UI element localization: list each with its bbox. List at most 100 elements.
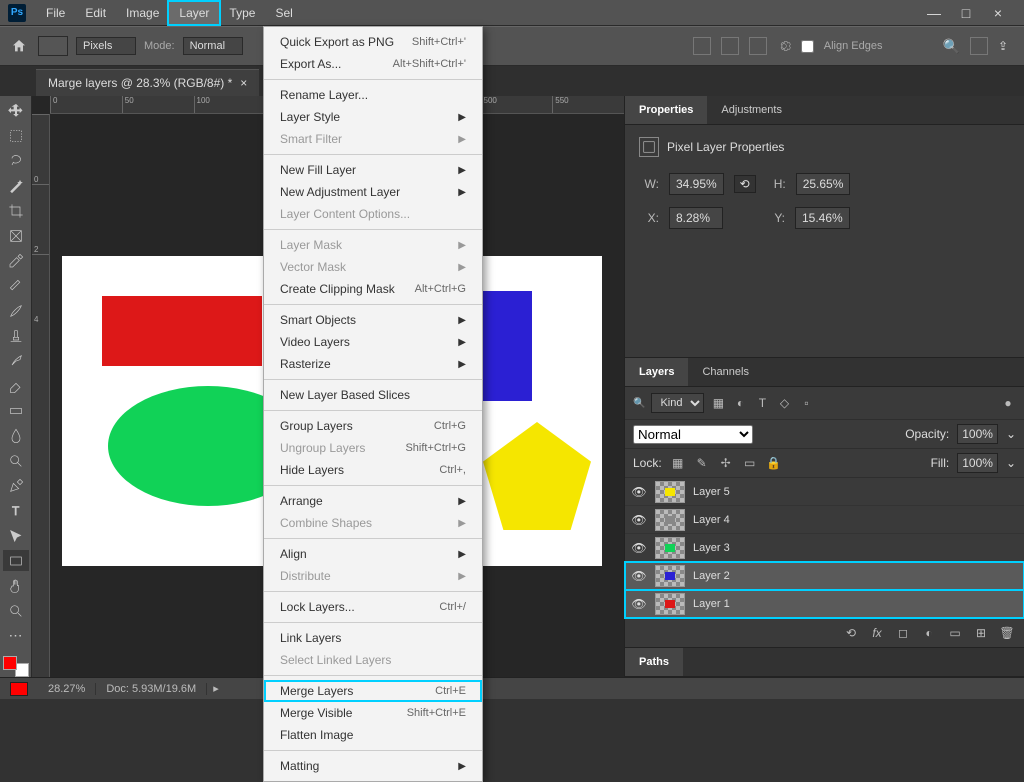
home-icon[interactable] [8, 35, 30, 57]
layer-row-layer-3[interactable]: 👁Layer 3 [625, 534, 1024, 562]
tab-properties[interactable]: Properties [625, 96, 707, 124]
path-select-tool[interactable] [3, 525, 29, 546]
marquee-tool[interactable] [3, 125, 29, 146]
maximize-button[interactable]: □ [954, 5, 978, 21]
menu-item-new-layer-based-slices[interactable]: New Layer Based Slices [264, 384, 482, 406]
layer-row-layer-4[interactable]: 👁Layer 4 [625, 506, 1024, 534]
filter-pixel-icon[interactable]: ▦ [710, 396, 726, 410]
visibility-icon[interactable]: 👁 [631, 541, 647, 555]
menu-item-link-layers[interactable]: Link Layers [264, 627, 482, 649]
visibility-icon[interactable]: 👁 [631, 569, 647, 583]
heal-tool[interactable] [3, 275, 29, 296]
menu-edit[interactable]: Edit [75, 2, 116, 24]
more-tools[interactable]: ⋯ [3, 625, 29, 646]
link-wh-icon[interactable]: ⟲ [734, 175, 756, 193]
menu-item-smart-objects[interactable]: Smart Objects▶ [264, 309, 482, 331]
menu-item-merge-visible[interactable]: Merge VisibleShift+Ctrl+E [264, 702, 482, 724]
zoom-tool[interactable] [3, 600, 29, 621]
blend-mode-dropdown[interactable]: Normal [183, 37, 243, 55]
lock-all-icon[interactable]: 🔒 [766, 456, 782, 470]
visibility-icon[interactable]: 👁 [631, 597, 647, 611]
group-icon[interactable]: ▭ [946, 625, 964, 641]
filter-adjust-icon[interactable]: ◐ [732, 396, 748, 410]
more-options-icon[interactable] [749, 37, 767, 55]
menu-item-matting[interactable]: Matting▶ [264, 755, 482, 777]
opacity-arrow-icon[interactable]: ⌄ [1006, 427, 1016, 441]
blend-mode-select[interactable]: Normal [633, 425, 753, 444]
menu-file[interactable]: File [36, 2, 75, 24]
menu-type[interactable]: Type [219, 2, 265, 24]
foreground-color-swatch[interactable] [3, 656, 17, 670]
menu-item-new-fill-layer[interactable]: New Fill Layer▶ [264, 159, 482, 181]
filter-shape-icon[interactable]: ◇ [776, 396, 792, 410]
pen-tool[interactable] [3, 475, 29, 496]
menu-item-layer-style[interactable]: Layer Style▶ [264, 106, 482, 128]
units-dropdown[interactable]: Pixels [76, 37, 136, 55]
menu-item-lock-layers-[interactable]: Lock Layers...Ctrl+/ [264, 596, 482, 618]
layer-row-layer-1[interactable]: 👁Layer 1 [625, 590, 1024, 618]
status-color-swatch[interactable] [10, 682, 28, 696]
y-input[interactable]: 15.46% [795, 207, 850, 229]
lock-artboard-icon[interactable]: ▭ [742, 456, 758, 470]
menu-item-create-clipping-mask[interactable]: Create Clipping MaskAlt+Ctrl+G [264, 278, 482, 300]
status-arrow-icon[interactable]: ▸ [207, 682, 219, 695]
search-icon[interactable]: 🔍 [943, 38, 960, 55]
workspace-icon[interactable] [970, 37, 988, 55]
tab-layers[interactable]: Layers [625, 358, 688, 386]
delete-layer-icon[interactable]: 🗑 [998, 625, 1016, 641]
filter-type-icon[interactable]: T [754, 396, 770, 410]
menu-sel[interactable]: Sel [265, 2, 302, 24]
color-swatches[interactable] [3, 656, 29, 677]
link-layers-icon[interactable]: ⟲ [842, 625, 860, 641]
new-layer-icon[interactable]: ⊞ [972, 625, 990, 641]
tab-adjustments[interactable]: Adjustments [707, 96, 796, 124]
menu-item-rasterize[interactable]: Rasterize▶ [264, 353, 482, 375]
width-input[interactable]: 34.95% [669, 173, 724, 195]
menu-item-hide-layers[interactable]: Hide LayersCtrl+, [264, 459, 482, 481]
x-input[interactable]: 8.28% [669, 207, 723, 229]
gradient-tool[interactable] [3, 400, 29, 421]
layer-row-layer-5[interactable]: 👁Layer 5 [625, 478, 1024, 506]
crop-tool[interactable] [3, 200, 29, 221]
eraser-tool[interactable] [3, 375, 29, 396]
eyedropper-tool[interactable] [3, 250, 29, 271]
lasso-tool[interactable] [3, 150, 29, 171]
filter-toggle-icon[interactable]: ● [1000, 396, 1016, 410]
opacity-input[interactable]: 100% [957, 424, 998, 444]
layer-row-layer-2[interactable]: 👁Layer 2 [625, 562, 1024, 590]
filter-smart-icon[interactable]: ▫ [798, 396, 814, 410]
menu-item-group-layers[interactable]: Group LayersCtrl+G [264, 415, 482, 437]
gear-icon[interactable] [777, 39, 791, 53]
layer-filter-kind[interactable]: Kind [651, 393, 704, 413]
height-input[interactable]: 25.65% [796, 173, 851, 195]
blur-tool[interactable] [3, 425, 29, 446]
background-color-swatch[interactable] [15, 663, 29, 677]
menu-item-new-adjustment-layer[interactable]: New Adjustment Layer▶ [264, 181, 482, 203]
document-tab[interactable]: Marge layers @ 28.3% (RGB/8#) * × [36, 69, 259, 96]
menu-item-quick-export-as-png[interactable]: Quick Export as PNGShift+Ctrl+' [264, 31, 482, 53]
mask-icon[interactable]: ◻ [894, 625, 912, 641]
share-icon[interactable]: ⇪ [998, 39, 1008, 53]
frame-tool[interactable] [3, 225, 29, 246]
menu-item-arrange[interactable]: Arrange▶ [264, 490, 482, 512]
tab-channels[interactable]: Channels [688, 358, 762, 386]
visibility-icon[interactable]: 👁 [631, 485, 647, 499]
visibility-icon[interactable]: 👁 [631, 513, 647, 527]
lock-trans-icon[interactable]: ▦ [670, 456, 686, 470]
menu-item-flatten-image[interactable]: Flatten Image [264, 724, 482, 746]
dodge-tool[interactable] [3, 450, 29, 471]
rectangle-tool[interactable] [3, 550, 29, 571]
menu-item-export-as-[interactable]: Export As...Alt+Shift+Ctrl+' [264, 53, 482, 75]
menu-item-video-layers[interactable]: Video Layers▶ [264, 331, 482, 353]
align-icon[interactable] [693, 37, 711, 55]
fill-input[interactable]: 100% [957, 453, 998, 473]
move-tool[interactable] [3, 100, 29, 121]
fx-icon[interactable]: fx [868, 625, 886, 641]
lock-pos-icon[interactable]: ✢ [718, 456, 734, 470]
menu-item-align[interactable]: Align▶ [264, 543, 482, 565]
menu-image[interactable]: Image [116, 2, 169, 24]
distribute-icon[interactable] [721, 37, 739, 55]
align-edges-checkbox[interactable] [801, 40, 814, 53]
fill-swatch-dropdown[interactable] [38, 36, 68, 56]
menu-item-rename-layer-[interactable]: Rename Layer... [264, 84, 482, 106]
